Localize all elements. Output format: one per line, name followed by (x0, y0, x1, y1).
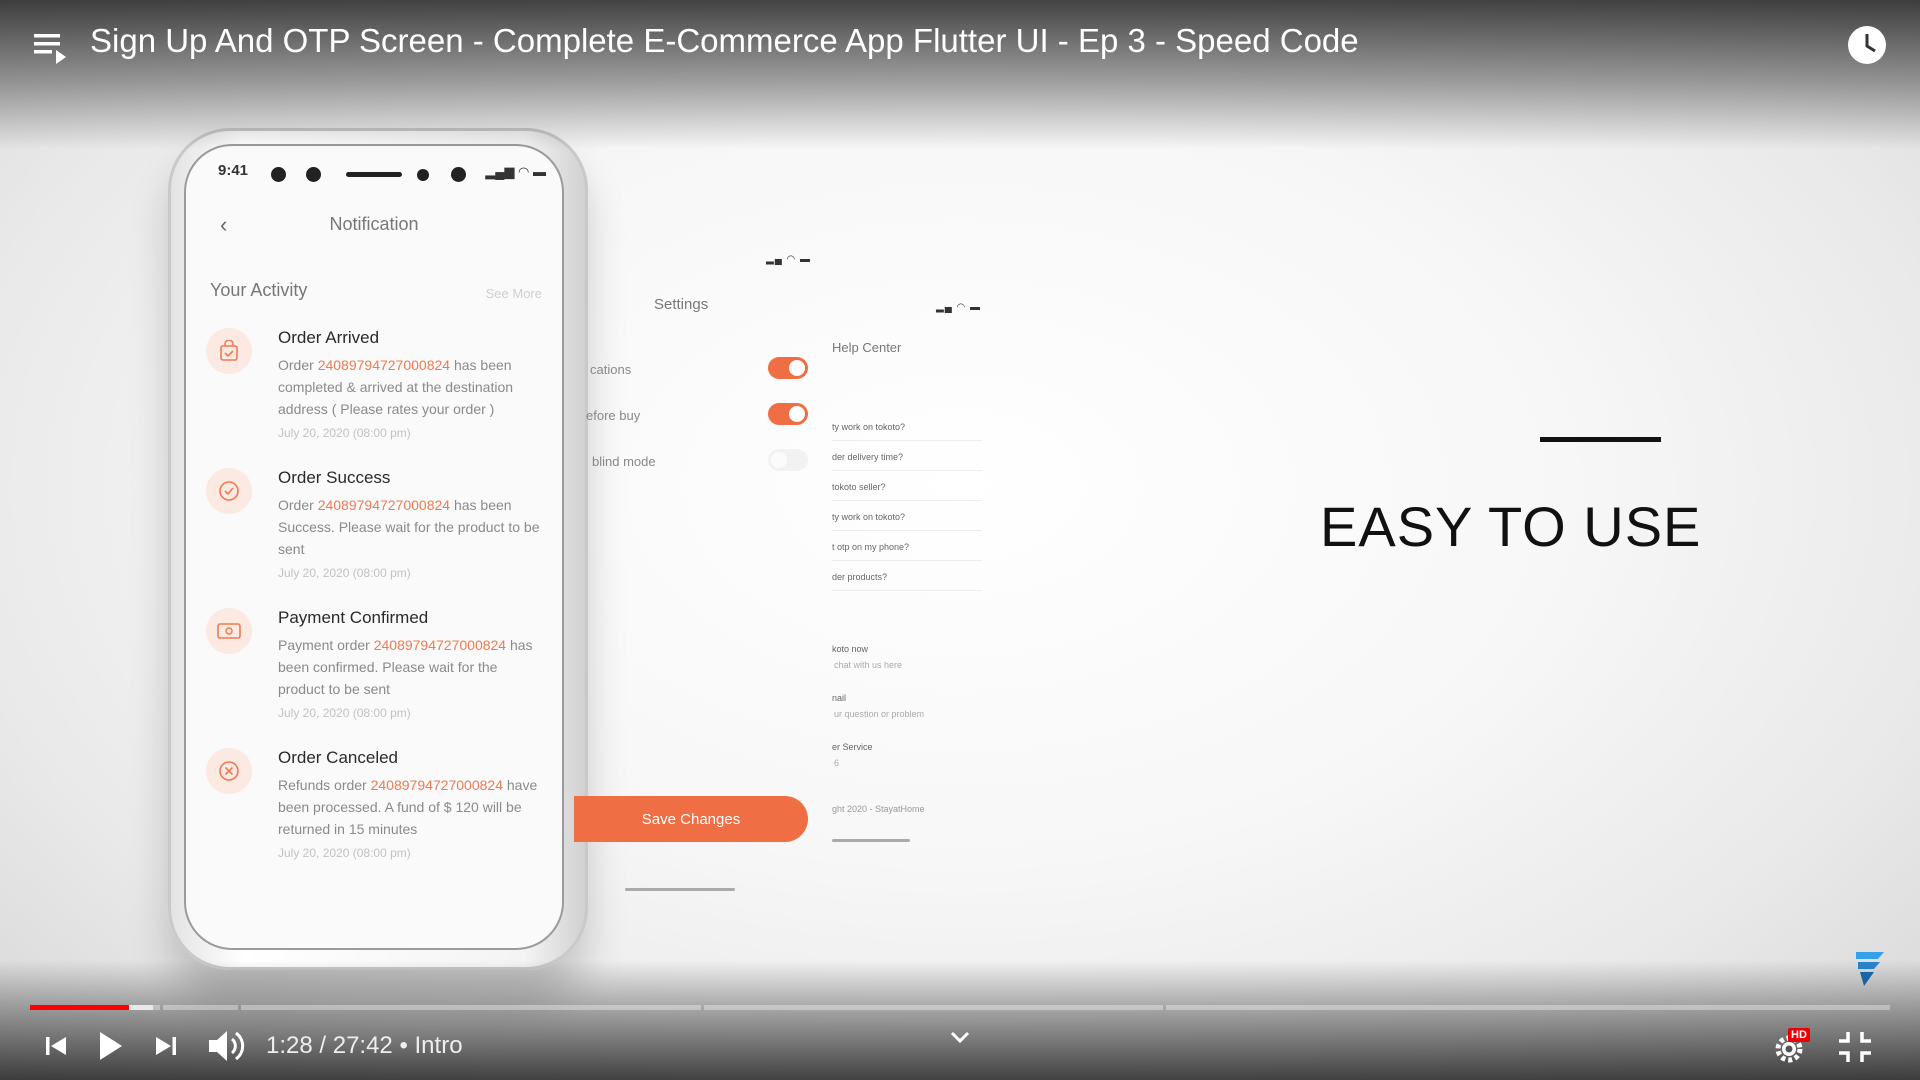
hd-badge: HD (1788, 1028, 1810, 1042)
contact-label: er Service (832, 742, 873, 752)
faq-item: tokoto seller? (832, 482, 982, 501)
notification-description: Order 24089794727000824 has been Success… (278, 497, 540, 557)
contact-label: koto now (832, 644, 869, 654)
help-center-title: Help Center (832, 340, 902, 355)
setting-label: blind mode (592, 454, 656, 469)
contact-label: nail (832, 693, 847, 703)
progress-bar[interactable] (30, 1005, 1890, 1010)
order-id: 24089794727000824 (370, 777, 503, 793)
notification-description: Refunds order 24089794727000824 have bee… (278, 777, 538, 837)
play-button[interactable] (92, 1028, 128, 1064)
previous-button[interactable] (38, 1028, 74, 1064)
notification-description: Payment order 24089794727000824 has been… (278, 637, 533, 697)
toggle-knob (789, 406, 805, 422)
sensor-dot-icon (417, 169, 429, 181)
notification-item: Order Success Order 24089794727000824 ha… (206, 468, 556, 598)
notification-item: Order Arrived Order 24089794727000824 ha… (206, 328, 556, 458)
payment-card-icon (206, 608, 252, 654)
notification-date: July 20, 2020 (08:00 pm) (278, 426, 411, 440)
notification-item: Order Canceled Refunds order 24089794727… (206, 748, 556, 878)
notification-date: July 20, 2020 (08:00 pm) (278, 846, 411, 860)
faq-item: t otp on my phone? (832, 542, 982, 561)
screen-title: Notification (329, 214, 419, 234)
settings-gear-button[interactable]: HD (1772, 1028, 1814, 1066)
notification-title: Order Canceled (278, 748, 399, 767)
background-app-screens: ▂▄ ◠ ▬ ▂▄ ◠ ▬ Settings cations efore buy… (574, 240, 1000, 900)
activity-section-title: Your Activity (210, 280, 308, 300)
notification-title: Payment Confirmed (278, 608, 429, 627)
volume-button[interactable] (204, 1028, 248, 1064)
notification-title: Order Arrived (278, 328, 380, 347)
video-player[interactable]: 9:41 ▂▄▆ ◠ ▬ ‹ Notification Your Activit… (0, 0, 1920, 1080)
order-id: 24089794727000824 (317, 357, 451, 373)
notification-date: July 20, 2020 (08:00 pm) (278, 706, 411, 720)
camera-dot-icon (451, 167, 466, 182)
phone-screen: 9:41 ▂▄▆ ◠ ▬ ‹ Notification Your Activit… (184, 144, 564, 950)
setting-label: efore buy (586, 408, 641, 423)
next-button[interactable] (148, 1028, 184, 1064)
notification-date: July 20, 2020 (08:00 pm) (278, 566, 411, 580)
time-display: 1:28 / 27:42 • Intro (266, 1032, 463, 1059)
controls-bar (0, 960, 1920, 1080)
tagline-text: EASY TO USE (1320, 495, 1702, 558)
playlist-icon[interactable] (32, 28, 72, 68)
see-more-link: See More (485, 286, 542, 301)
video-title[interactable]: Sign Up And OTP Screen - Complete E-Comm… (90, 22, 1359, 60)
notification-header: ‹ Notification (186, 208, 562, 248)
chapter-segment[interactable] (704, 1005, 1163, 1010)
faq-item: ty work on tokoto? (832, 512, 982, 531)
signal-battery-icon: ▂▄ ◠ ▬ (936, 302, 982, 313)
settings-title: Settings (654, 296, 709, 313)
check-circle-icon (206, 468, 252, 514)
setting-label: cations (590, 362, 632, 377)
faq-item: der products? (832, 572, 982, 591)
notification-item: Payment Confirmed Payment order 24089794… (206, 608, 556, 738)
chapter-segment[interactable] (1166, 1005, 1890, 1010)
contact-sub: 6 (834, 758, 840, 768)
status-time: 9:41 (218, 162, 249, 179)
tagline-underline (1540, 437, 1661, 442)
played-progress (30, 1005, 129, 1010)
copyright-text: ght 2020 - StayatHome (832, 804, 925, 814)
chapter-segment[interactable] (163, 1005, 238, 1010)
home-indicator (625, 888, 735, 891)
camera-dot-icon (306, 167, 321, 182)
toggle-knob (771, 452, 787, 468)
home-indicator (832, 839, 910, 842)
close-circle-icon (206, 748, 252, 794)
contact-sub: ur question or problem (834, 709, 925, 719)
confirm-before-buy-toggle (768, 403, 808, 425)
contact-sub: chat with us here (834, 660, 903, 670)
phone-status-bar: 9:41 ▂▄▆ ◠ ▬ (186, 162, 562, 186)
signal-battery-icon: ▂▄ ◠ ▬ (766, 254, 812, 265)
blind-mode-toggle (768, 449, 808, 471)
signal-battery-icon: ▂▄▆ ◠ ▬ (485, 164, 546, 179)
faq-item: der delivery time? (832, 452, 982, 471)
speaker-grille (346, 172, 402, 177)
toggle-knob (789, 360, 805, 376)
watch-later-clock-icon[interactable] (1846, 24, 1888, 66)
exit-fullscreen-icon[interactable] (1838, 1030, 1872, 1064)
chapter-segment[interactable] (241, 1005, 701, 1010)
save-changes-button: Save Changes (574, 796, 808, 842)
phone-mockup: 9:41 ▂▄▆ ◠ ▬ ‹ Notification Your Activit… (168, 128, 588, 970)
faq-item: ty work on tokoto? (832, 422, 982, 441)
order-id: 24089794727000824 (373, 637, 507, 653)
chevron-down-icon[interactable] (946, 1028, 974, 1048)
camera-dot-icon (271, 167, 286, 182)
notifications-toggle (768, 357, 808, 379)
bag-check-icon (206, 328, 252, 374)
buffered-progress (128, 1005, 153, 1010)
order-id: 24089794727000824 (317, 497, 451, 513)
notification-title: Order Success (278, 468, 391, 487)
notification-description: Order 24089794727000824 has been complet… (278, 357, 514, 417)
